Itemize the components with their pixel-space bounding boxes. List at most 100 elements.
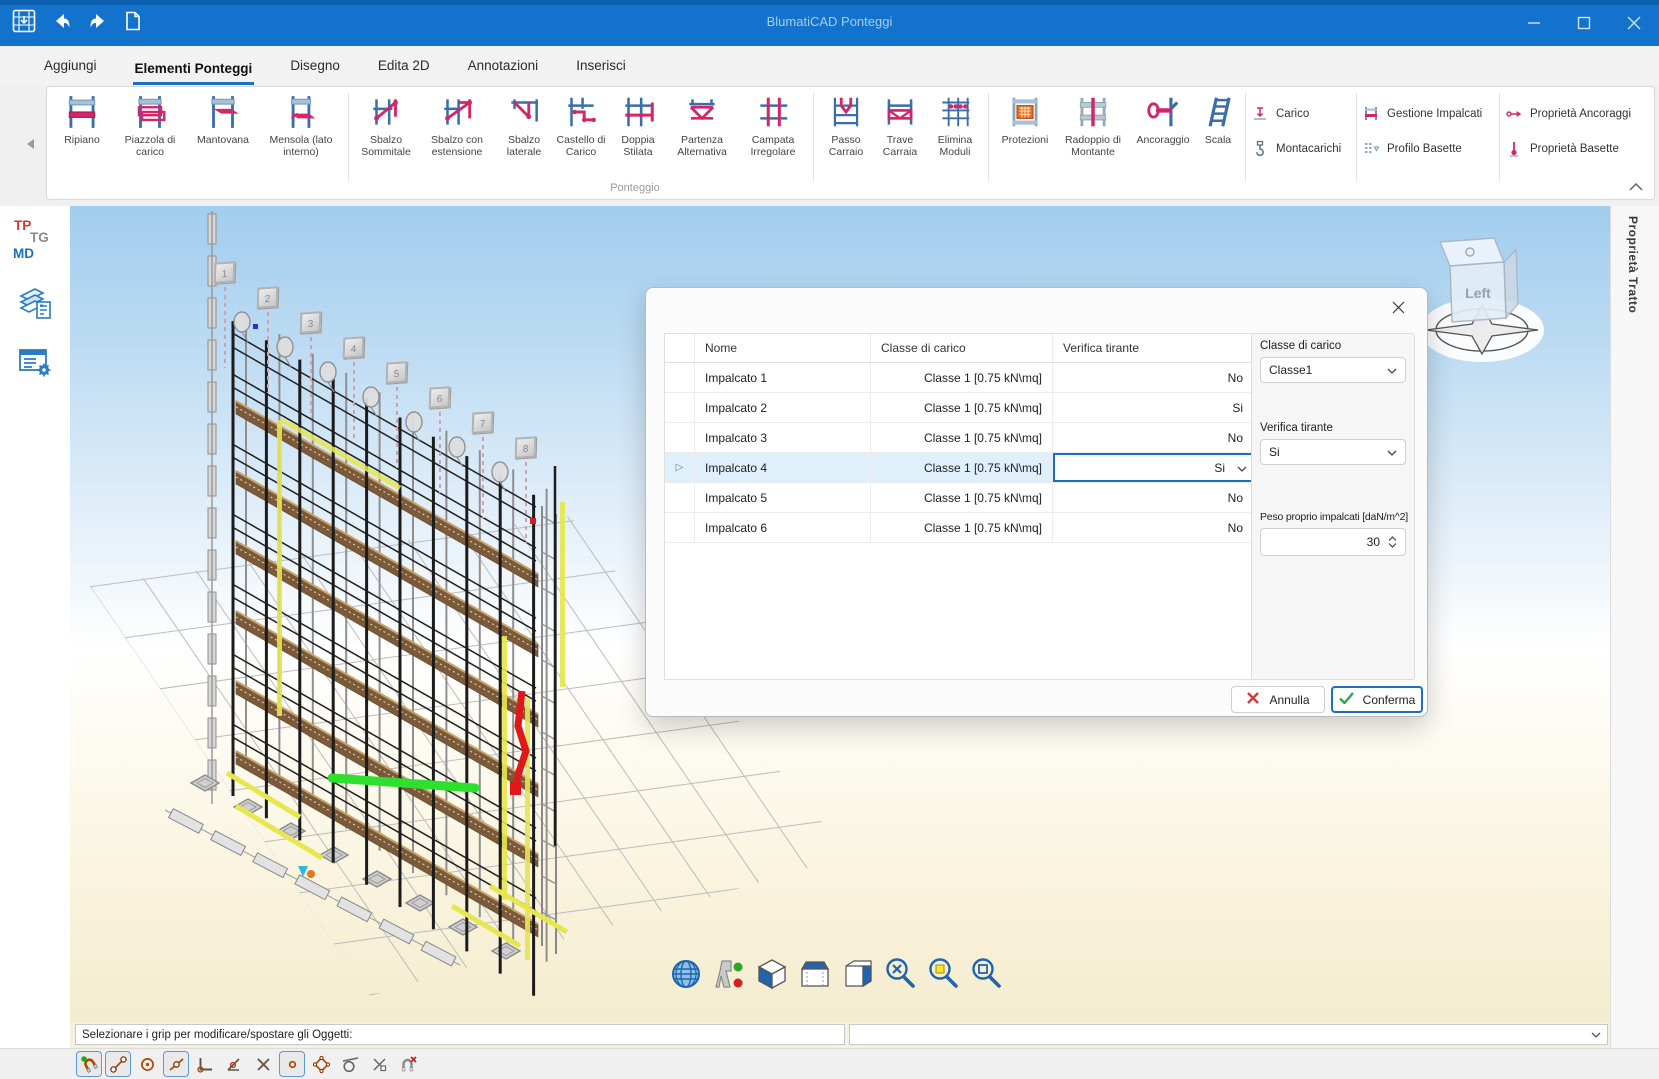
green-check-icon bbox=[1339, 692, 1354, 707]
col-header-classe[interactable]: Classe di carico bbox=[871, 334, 1053, 362]
table-row[interactable]: Impalcato 2 Classe 1 [0.75 kN\mq] Si bbox=[665, 393, 1263, 423]
tab-disegno[interactable]: Disegno bbox=[288, 58, 342, 85]
ribbon-item-proprieta-basette[interactable]: Proprietà Basette bbox=[1505, 138, 1637, 160]
dialog-close-icon[interactable] bbox=[1389, 298, 1407, 316]
ribbon-item-ripiano[interactable]: Ripiano bbox=[51, 91, 113, 146]
snap-midpoint-icon[interactable] bbox=[163, 1051, 189, 1077]
snap-quadrant-icon[interactable] bbox=[308, 1051, 334, 1077]
tab-aggiungi[interactable]: Aggiungi bbox=[42, 58, 99, 85]
snap-node-icon[interactable] bbox=[279, 1051, 305, 1077]
snap-magnet-icon[interactable] bbox=[76, 1051, 102, 1077]
row-indicator: ▷ bbox=[665, 453, 695, 482]
sbalzo-estensione-icon bbox=[438, 93, 476, 131]
properties-strip[interactable]: Proprietà Tratto bbox=[1610, 206, 1659, 1048]
command-prompt-input[interactable] bbox=[75, 1024, 845, 1045]
ribbon-item-scala[interactable]: Scala bbox=[1196, 91, 1240, 146]
tab-edita-2d[interactable]: Edita 2D bbox=[376, 58, 432, 85]
snap-center-icon[interactable] bbox=[134, 1051, 160, 1077]
ribbon-item-piazzola[interactable]: Piazzola di carico bbox=[113, 91, 187, 158]
ribbon-divider bbox=[1245, 93, 1246, 181]
table-row[interactable]: Impalcato 5 Classe 1 [0.75 kN\mq] No bbox=[665, 483, 1263, 513]
tab-annotazioni[interactable]: Annotazioni bbox=[466, 58, 541, 85]
snap-intersection-icon[interactable] bbox=[250, 1051, 276, 1077]
list-gear-icon bbox=[15, 369, 55, 386]
ribbon-item-profilo-basette[interactable]: Profilo Basette bbox=[1362, 138, 1494, 160]
gestione-impalcati-icon bbox=[1362, 105, 1380, 123]
castello-icon bbox=[562, 93, 600, 131]
conferma-button[interactable]: Conferma bbox=[1331, 686, 1423, 713]
ribbon-item-ancoraggio[interactable]: Ancoraggio bbox=[1130, 91, 1196, 146]
snap-nearest-icon[interactable] bbox=[221, 1051, 247, 1077]
chevron-down-icon[interactable] bbox=[1591, 1029, 1601, 1041]
snap-perpendicular-icon[interactable] bbox=[192, 1051, 218, 1077]
doppia-stilata-icon bbox=[619, 93, 657, 131]
ribbon-scroll-left-icon[interactable] bbox=[26, 137, 35, 155]
classe-di-carico-select[interactable]: Classe1 bbox=[1260, 357, 1406, 383]
proprieta-basette-icon bbox=[1505, 140, 1523, 158]
minimize-button[interactable] bbox=[1509, 0, 1559, 46]
scaffold-tag: 8 bbox=[515, 436, 537, 459]
proprieta-ancoraggi-icon bbox=[1505, 105, 1523, 123]
zoom-previous-icon[interactable] bbox=[969, 956, 1005, 992]
ribbon-item-castello[interactable]: Castello di Carico bbox=[552, 91, 610, 158]
verifica-tirante-combo[interactable]: Si bbox=[1053, 453, 1257, 482]
ribbon-item-trave-carraia[interactable]: Trave Carraia bbox=[873, 91, 927, 158]
snap-apparent-intersection-icon[interactable] bbox=[366, 1051, 392, 1077]
zoom-extents-icon[interactable] bbox=[883, 956, 919, 992]
ribbon-item-protezioni[interactable]: Protezioni bbox=[994, 91, 1056, 146]
menu-tabbar: Aggiungi Elementi Ponteggi Disegno Edita… bbox=[0, 46, 1659, 85]
annulla-button[interactable]: Annulla bbox=[1231, 686, 1325, 713]
tab-inserisci[interactable]: Inserisci bbox=[574, 58, 628, 85]
ribbon-item-elimina-moduli[interactable]: Elimina Moduli bbox=[927, 91, 983, 158]
scaffold-tag: 4 bbox=[343, 336, 365, 359]
ribbon-item-campata[interactable]: Campata Irregolare bbox=[738, 91, 808, 158]
ribbon-item-partenza[interactable]: Partenza Alternativa bbox=[666, 91, 738, 158]
mantovana-icon bbox=[204, 93, 242, 131]
chevron-down-icon bbox=[1387, 445, 1397, 459]
verifica-tirante-select[interactable]: Si bbox=[1260, 439, 1406, 465]
ribbon-item-sbalzo-sommitale[interactable]: Sbalzo Sommitale bbox=[354, 91, 418, 158]
snap-tangent-icon[interactable] bbox=[337, 1051, 363, 1077]
layers-button[interactable] bbox=[15, 282, 55, 322]
verifica-tirante-label: Verifica tirante bbox=[1260, 422, 1406, 434]
top-view-icon[interactable] bbox=[797, 956, 833, 992]
ribbon-collapse-icon[interactable] bbox=[1629, 178, 1643, 196]
peso-proprio-spinner[interactable]: 30 bbox=[1260, 528, 1406, 556]
globe-view-icon[interactable] bbox=[668, 956, 704, 992]
ribbon-item-proprieta-ancoraggi[interactable]: Proprietà Ancoraggi bbox=[1505, 103, 1637, 125]
ribbon-item-sbalzo-estensione[interactable]: Sbalzo con estensione bbox=[418, 91, 496, 158]
radoppio-icon bbox=[1074, 93, 1112, 131]
table-row-selected[interactable]: ▷ Impalcato 4 Classe 1 [0.75 kN\mq] Si bbox=[665, 453, 1263, 483]
ribbon-item-gestione-impalcati[interactable]: Gestione Impalcati bbox=[1362, 103, 1494, 125]
tab-elementi-ponteggi[interactable]: Elementi Ponteggi bbox=[133, 61, 255, 85]
zoom-window-icon[interactable] bbox=[926, 956, 962, 992]
ribbon-item-sbalzo-laterale[interactable]: Sbalzo laterale bbox=[496, 91, 552, 158]
spinner-arrows[interactable] bbox=[1388, 536, 1397, 548]
table-row[interactable]: Impalcato 3 Classe 1 [0.75 kN\mq] No bbox=[665, 423, 1263, 453]
red-x-icon bbox=[1246, 691, 1260, 708]
isometric-view-icon[interactable] bbox=[754, 956, 790, 992]
close-button[interactable] bbox=[1609, 0, 1659, 46]
ribbon-item-passo-carraio[interactable]: Passo Carraio bbox=[819, 91, 873, 158]
table-row[interactable]: Impalcato 6 Classe 1 [0.75 kN\mq] No bbox=[665, 513, 1263, 543]
peso-proprio-label: Peso proprio impalcati [daN/m^2] bbox=[1260, 511, 1406, 523]
ribbon-item-radoppio[interactable]: Radoppio di Montante bbox=[1056, 91, 1130, 158]
ribbon-item-carico[interactable]: Carico bbox=[1251, 103, 1351, 125]
snap-endpoint-icon[interactable] bbox=[105, 1051, 131, 1077]
ribbon-item-montacarichi[interactable]: Montacarichi bbox=[1251, 138, 1351, 160]
ribbon-divider bbox=[348, 93, 349, 181]
ribbon-item-mantovana[interactable]: Mantovana bbox=[187, 91, 259, 146]
ribbon-item-mensola[interactable]: Mensola (lato interno) bbox=[259, 91, 343, 158]
command-input[interactable] bbox=[849, 1024, 1608, 1045]
report-settings-button[interactable] bbox=[15, 342, 55, 382]
side-view-icon[interactable] bbox=[840, 956, 876, 992]
col-header-verifica[interactable]: Verifica tirante bbox=[1053, 334, 1257, 362]
ribbon-panel: Ripiano Piazzola di carico Mantovana Men… bbox=[46, 86, 1655, 200]
snap-off-icon[interactable] bbox=[395, 1051, 421, 1077]
table-row[interactable]: Impalcato 1 Classe 1 [0.75 kN\mq] No bbox=[665, 363, 1263, 393]
chevron-down-icon bbox=[1237, 461, 1247, 475]
col-header-nome[interactable]: Nome bbox=[695, 334, 871, 362]
walkthrough-icon[interactable] bbox=[711, 956, 747, 992]
maximize-button[interactable] bbox=[1559, 0, 1609, 46]
ribbon-item-doppia-stilata[interactable]: Doppia Stilata bbox=[610, 91, 666, 158]
